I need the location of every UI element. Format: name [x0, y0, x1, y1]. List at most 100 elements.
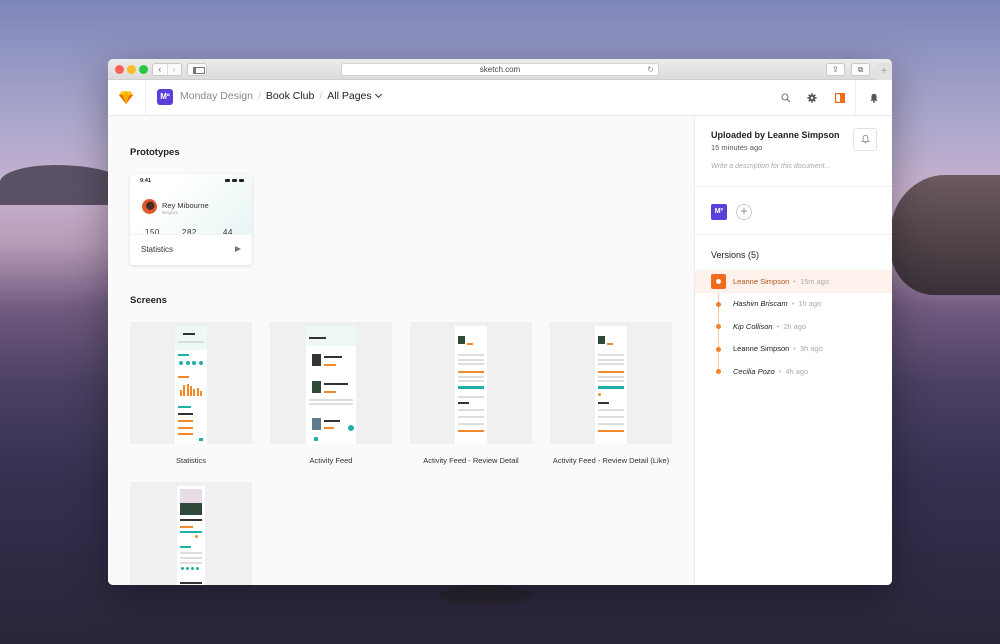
screen-thumbnail — [270, 322, 392, 444]
versions-list: Leanne Simpson • 15m ago Hashim Briscam … — [695, 270, 892, 383]
screen-tile-activity-feed[interactable]: Activity Feed — [270, 322, 392, 465]
version-time: 2h ago — [783, 321, 807, 331]
add-member-button[interactable]: + — [736, 204, 752, 220]
divider — [855, 80, 856, 116]
screens-heading: Screens — [130, 295, 167, 306]
breadcrumb-separator: / — [257, 90, 261, 102]
separator-dot: • — [791, 299, 795, 309]
search-icon[interactable] — [779, 91, 793, 105]
gear-icon[interactable] — [805, 91, 819, 105]
browser-window: ‹ › sketch.com ↻ ⇪ ⧉ + Mº Monday Design … — [108, 59, 892, 585]
forward-button[interactable]: › — [166, 64, 182, 75]
team-avatar[interactable]: Mº — [711, 204, 727, 220]
status-bar-icons — [225, 179, 244, 182]
separator-dot: • — [778, 366, 782, 376]
version-marker-icon — [716, 324, 721, 329]
browser-titlebar: ‹ › sketch.com ↻ ⇪ ⧉ + — [108, 59, 892, 80]
new-tab-button[interactable]: + — [876, 63, 892, 80]
screen-thumbnail — [130, 482, 252, 585]
bell-icon — [860, 131, 870, 149]
screen-label: Activity Feed - Review Detail (Like) — [552, 456, 670, 465]
screen-label: Activity Feed - Review Detail — [423, 456, 519, 465]
subscribe-button[interactable] — [853, 128, 877, 151]
version-time: 3h ago — [799, 344, 823, 354]
version-time: 15m ago — [799, 276, 830, 286]
prototype-card[interactable]: 9:41 Rey Mibourne Belgium 150 282 44 Sta… — [130, 174, 252, 265]
breadcrumb-team[interactable]: Monday Design — [180, 90, 253, 102]
version-item[interactable]: Leanne Simpson • 3h ago — [695, 338, 892, 361]
avatar — [142, 199, 157, 214]
uploaded-time: 15 minutes ago — [711, 143, 763, 152]
screen-tile-statistics[interactable]: Statistics — [130, 322, 252, 465]
versions-heading: Versions (5) — [711, 250, 760, 260]
artboard-preview — [455, 326, 487, 444]
inspector-panel-icon[interactable] — [833, 91, 847, 105]
version-time: 4h ago — [785, 366, 809, 376]
history-nav: ‹ › — [152, 63, 182, 76]
artboard-preview — [306, 326, 356, 444]
sketch-logo-icon[interactable] — [119, 91, 133, 109]
screen-thumbnail — [410, 322, 532, 444]
version-author: Leanne Simpson — [733, 344, 790, 354]
separator-dot: • — [776, 321, 780, 331]
version-item[interactable]: Leanne Simpson • 15m ago — [695, 270, 892, 293]
artboard-preview — [595, 326, 627, 444]
pages-dropdown-label: All Pages — [327, 90, 372, 102]
sidebar-toggle-button[interactable] — [187, 63, 207, 76]
divider — [695, 186, 892, 187]
screen-tile-review-detail-like[interactable]: Activity Feed - Review Detail (Like) — [550, 322, 672, 465]
address-bar[interactable]: sketch.com ↻ — [341, 63, 659, 76]
play-icon[interactable] — [235, 246, 241, 252]
separator-dot: • — [793, 276, 796, 286]
version-marker-icon — [711, 274, 726, 289]
screen-thumbnail — [130, 322, 252, 444]
divider — [145, 80, 146, 116]
prototype-label: Statistics — [141, 245, 174, 254]
uploaded-by-title: Uploaded by Leanne Simpson — [711, 130, 840, 140]
version-marker-icon — [716, 369, 721, 374]
notifications-bell-icon[interactable] — [867, 91, 881, 105]
version-author: Leanne Simpson — [733, 276, 790, 286]
team-avatar[interactable]: Mº — [157, 89, 173, 105]
pages-dropdown[interactable]: All Pages — [327, 90, 382, 102]
minimize-window-button[interactable] — [127, 65, 136, 74]
screen-tile-review-detail[interactable]: Activity Feed - Review Detail — [410, 322, 532, 465]
breadcrumb-separator: / — [319, 90, 323, 102]
document-overview: Prototypes 9:41 Rey Mibourne Belgium 150… — [108, 116, 694, 585]
screen-thumbnail — [550, 322, 672, 444]
share-button[interactable]: ⇪ — [826, 63, 845, 76]
artboard-preview — [175, 326, 207, 444]
preview-profile-name: Rey Mibourne — [162, 201, 209, 210]
version-marker-icon — [716, 301, 721, 307]
version-author: Hashim Briscam — [733, 299, 788, 309]
zoom-window-button[interactable] — [139, 65, 148, 74]
wallpaper-rock — [440, 585, 530, 605]
close-window-button[interactable] — [115, 65, 124, 74]
artboard-preview — [177, 486, 205, 585]
version-time: 1h ago — [798, 299, 822, 309]
description-input[interactable]: Write a description for this document... — [711, 163, 830, 170]
wallpaper-cliff — [890, 175, 1000, 295]
separator-dot: • — [793, 344, 796, 354]
version-author: Kip Collison — [733, 321, 773, 331]
breadcrumb-document[interactable]: Book Club — [266, 90, 314, 102]
preview-time: 9:41 — [140, 178, 152, 184]
chevron-down-icon — [374, 90, 382, 99]
app-header: Mº Monday Design / Book Club / All Pages — [108, 80, 892, 116]
url-text: sketch.com — [479, 65, 521, 74]
screen-label: Statistics — [175, 456, 206, 465]
prototype-preview: 9:41 Rey Mibourne Belgium 150 282 44 — [130, 174, 252, 234]
version-item[interactable]: Cecilia Pozo • 4h ago — [695, 360, 892, 383]
version-item[interactable]: Hashim Briscam • 1h ago — [695, 293, 892, 316]
document-sidebar: Uploaded by Leanne Simpson 15 minutes ag… — [694, 116, 892, 585]
prototype-footer: Statistics — [130, 234, 252, 265]
breadcrumb: Monday Design / Book Club / All Pages — [180, 90, 382, 102]
show-tabs-button[interactable]: ⧉ — [851, 63, 870, 76]
back-button[interactable]: ‹ — [153, 64, 167, 75]
screen-tile-book-detail[interactable] — [130, 482, 252, 585]
version-item[interactable]: Kip Collison • 2h ago — [695, 315, 892, 338]
prototypes-heading: Prototypes — [130, 147, 180, 158]
reload-icon[interactable]: ↻ — [647, 64, 654, 76]
preview-profile-location: Belgium — [162, 210, 179, 215]
divider — [695, 234, 892, 235]
